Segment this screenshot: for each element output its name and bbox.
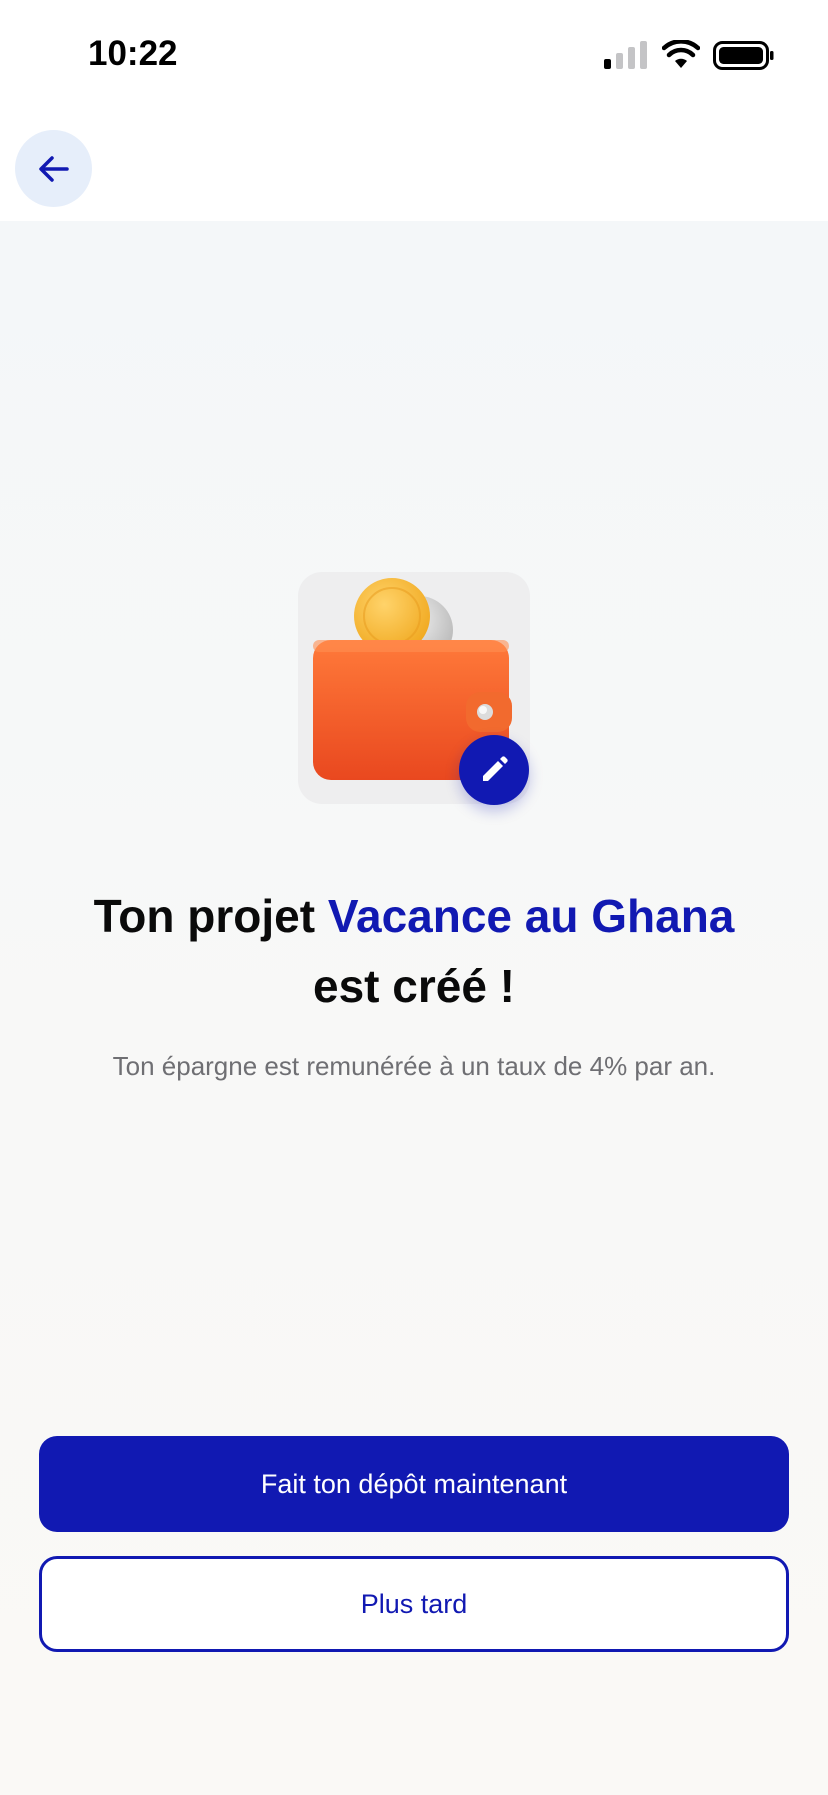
arrow-left-icon	[38, 155, 69, 182]
project-name: Vacance au Ghana	[327, 890, 735, 942]
status-time: 10:22	[88, 34, 178, 73]
status-bar: 10:22	[0, 0, 828, 110]
content-area: Ton projet Vacance au Ghana est créé ! T…	[0, 221, 828, 1795]
deposit-now-button[interactable]: Fait ton dépôt maintenant	[39, 1436, 789, 1532]
wifi-icon	[662, 40, 700, 68]
pencil-icon	[483, 756, 508, 781]
header	[0, 110, 828, 221]
edit-project-button[interactable]	[459, 735, 529, 805]
title-suffix: est créé !	[312, 960, 515, 1012]
title-prefix: Ton projet	[93, 890, 328, 942]
app-screen: 10:22 Ton projet Vacance au Ghana est cr…	[0, 0, 828, 1795]
battery-icon	[713, 41, 774, 70]
cellular-signal-icon	[604, 41, 647, 69]
back-button[interactable]	[15, 130, 92, 207]
later-button[interactable]: Plus tard	[39, 1556, 789, 1652]
interest-rate-text: Ton épargne est remunérée à un taux de 4…	[112, 1051, 716, 1081]
page-title: Ton projet Vacance au Ghana est créé !	[30, 881, 798, 1021]
